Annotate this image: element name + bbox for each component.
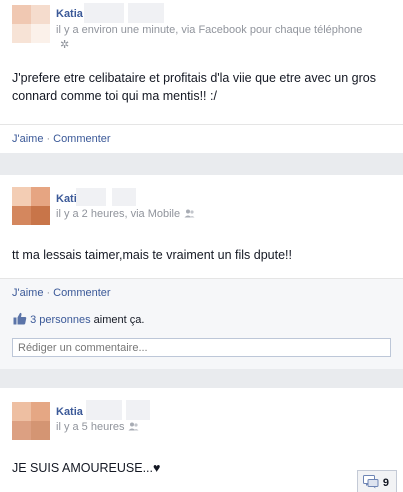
author-name[interactable]: Katia	[56, 406, 83, 418]
likes-summary: 3 personnes aiment ça.	[13, 312, 144, 326]
chat-count: 9	[382, 477, 389, 489]
avatar[interactable]	[12, 402, 50, 440]
like-link[interactable]: J'aime	[12, 287, 43, 299]
author-name[interactable]: Kati	[56, 193, 77, 205]
redacted-name	[126, 400, 150, 420]
chat-button[interactable]: 9	[357, 470, 397, 492]
redacted-name	[76, 188, 106, 206]
friends-audience-icon[interactable]	[184, 209, 195, 218]
avatar[interactable]	[12, 5, 50, 43]
post-actions: J'aime · Commenter	[12, 287, 111, 299]
timestamp-link[interactable]: il y a 2 heures, via Mobile	[56, 208, 180, 220]
likers-link[interactable]: 3 personnes	[30, 314, 91, 326]
redacted-name	[86, 400, 122, 420]
chat-icon	[363, 475, 379, 489]
comment-link[interactable]: Commenter	[53, 287, 110, 299]
post-text: tt ma lessais taimer,mais te vraiment un…	[12, 248, 292, 262]
action-separator: ·	[46, 287, 51, 299]
post-timestamp: il y a 2 heures, via Mobile	[56, 208, 195, 220]
feed-story: Kati il y a 2 heures, via Mobile tt ma l…	[0, 175, 403, 369]
redacted-name	[112, 188, 136, 206]
timestamp-link[interactable]: il y a 5 heures	[56, 421, 124, 433]
action-separator: ·	[46, 133, 51, 145]
avatar[interactable]	[12, 187, 50, 225]
comment-link[interactable]: Commenter	[53, 133, 110, 145]
feedback-area: J'aime · Commenter 3 personnes aiment ça.	[0, 278, 403, 369]
comment-input[interactable]	[12, 338, 391, 357]
redacted-name	[84, 3, 124, 23]
post-text: J'prefere etre celibataire et profitais …	[12, 71, 376, 103]
post-text: JE SUIS AMOUREUSE...♥	[12, 461, 161, 475]
like-thumb-icon	[13, 312, 27, 325]
post-actions: J'aime · Commenter	[12, 133, 111, 145]
likes-suffix: aiment ça.	[93, 314, 145, 326]
redacted-name	[128, 3, 164, 23]
post-timestamp: il y a 5 heures	[56, 421, 139, 433]
gear-icon[interactable]: ✲	[60, 38, 69, 51]
author-name[interactable]: Katia	[56, 8, 83, 20]
post-timestamp[interactable]: il y a environ une minute, via Facebook …	[56, 24, 362, 36]
feed-story: Katia il y a environ une minute, via Fac…	[0, 0, 403, 153]
news-feed: Katia il y a environ une minute, via Fac…	[0, 0, 403, 492]
like-link[interactable]: J'aime	[12, 133, 43, 145]
friends-audience-icon[interactable]	[128, 422, 139, 431]
feed-story: Katia il y a 5 heures JE SUIS AMOUREUSE.…	[0, 388, 403, 492]
